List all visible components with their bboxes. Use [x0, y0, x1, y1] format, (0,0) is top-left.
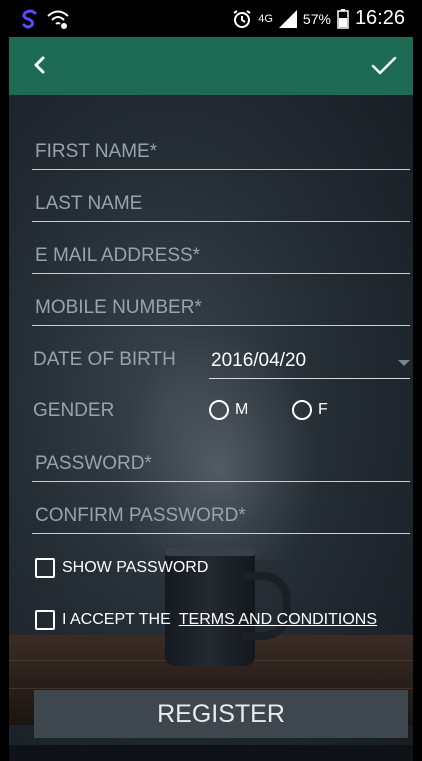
wifi-icon	[47, 10, 69, 29]
show-password-checkbox[interactable]: SHOW PASSWORD	[35, 558, 208, 578]
mobile-placeholder: MOBILE NUMBER*	[35, 297, 202, 318]
check-icon[interactable]	[369, 51, 399, 79]
date-of-birth-picker[interactable]: 2016/04/20	[209, 348, 410, 379]
app-toolbar	[9, 37, 413, 95]
status-time: 16:26	[354, 7, 405, 29]
accept-terms-row: I ACCEPT THE TERMS AND CONDITIONS	[35, 610, 377, 630]
battery-icon	[337, 8, 349, 29]
first-name-placeholder: FIRST NAME*	[35, 141, 158, 162]
bottom-strip	[9, 745, 413, 761]
last-name-placeholder: LAST NAME	[35, 193, 143, 214]
email-field[interactable]: E MAIL ADDRESS*	[32, 240, 410, 274]
left-border	[0, 0, 9, 761]
first-name-field[interactable]: FIRST NAME*	[32, 136, 410, 170]
confirm-password-field[interactable]: CONFIRM PASSWORD*	[32, 500, 410, 534]
battery-percent: 57%	[302, 10, 331, 27]
password-field[interactable]: PASSWORD*	[32, 448, 410, 482]
date-of-birth-label: DATE OF BIRTH	[33, 349, 176, 370]
password-placeholder: PASSWORD*	[35, 453, 152, 474]
status-right-group: 4G 57% 16:26	[232, 0, 405, 37]
register-button[interactable]: REGISTER	[34, 690, 408, 738]
mobile-number-field[interactable]: MOBILE NUMBER*	[32, 292, 410, 326]
checkbox-icon[interactable]	[35, 610, 55, 630]
confirm-password-placeholder: CONFIRM PASSWORD*	[35, 505, 246, 526]
radio-circle-icon	[209, 400, 229, 420]
mug-rim-graphic	[165, 548, 255, 556]
last-name-field[interactable]: LAST NAME	[32, 188, 410, 222]
network-type: 4G	[258, 12, 273, 25]
gender-label: GENDER	[33, 400, 115, 421]
terms-link[interactable]: TERMS AND CONDITIONS	[179, 611, 377, 629]
gender-radio-female[interactable]: F	[292, 400, 328, 420]
chevron-left-icon[interactable]	[26, 51, 54, 79]
alarm-icon	[233, 9, 251, 28]
signal-icon	[278, 9, 297, 28]
dropdown-caret-icon	[398, 360, 410, 366]
table-plank-line	[9, 688, 413, 689]
gender-option-label: M	[235, 401, 249, 418]
gender-option-label: F	[318, 401, 328, 418]
email-placeholder: E MAIL ADDRESS*	[35, 245, 201, 266]
gender-radio-male[interactable]: M	[209, 400, 248, 420]
right-border	[413, 0, 422, 761]
date-of-birth-value: 2016/04/20	[211, 350, 307, 371]
registration-screen: 4G 57% 16:26 FIRST NAME* LAST NAME E MAI…	[0, 0, 422, 761]
s-logo-icon	[22, 9, 37, 29]
show-password-label: SHOW PASSWORD	[62, 559, 209, 576]
checkbox-icon	[35, 558, 55, 578]
radio-circle-icon	[292, 400, 312, 420]
accept-label: I ACCEPT THE	[62, 611, 171, 628]
status-bar: 4G 57% 16:26	[9, 0, 413, 37]
